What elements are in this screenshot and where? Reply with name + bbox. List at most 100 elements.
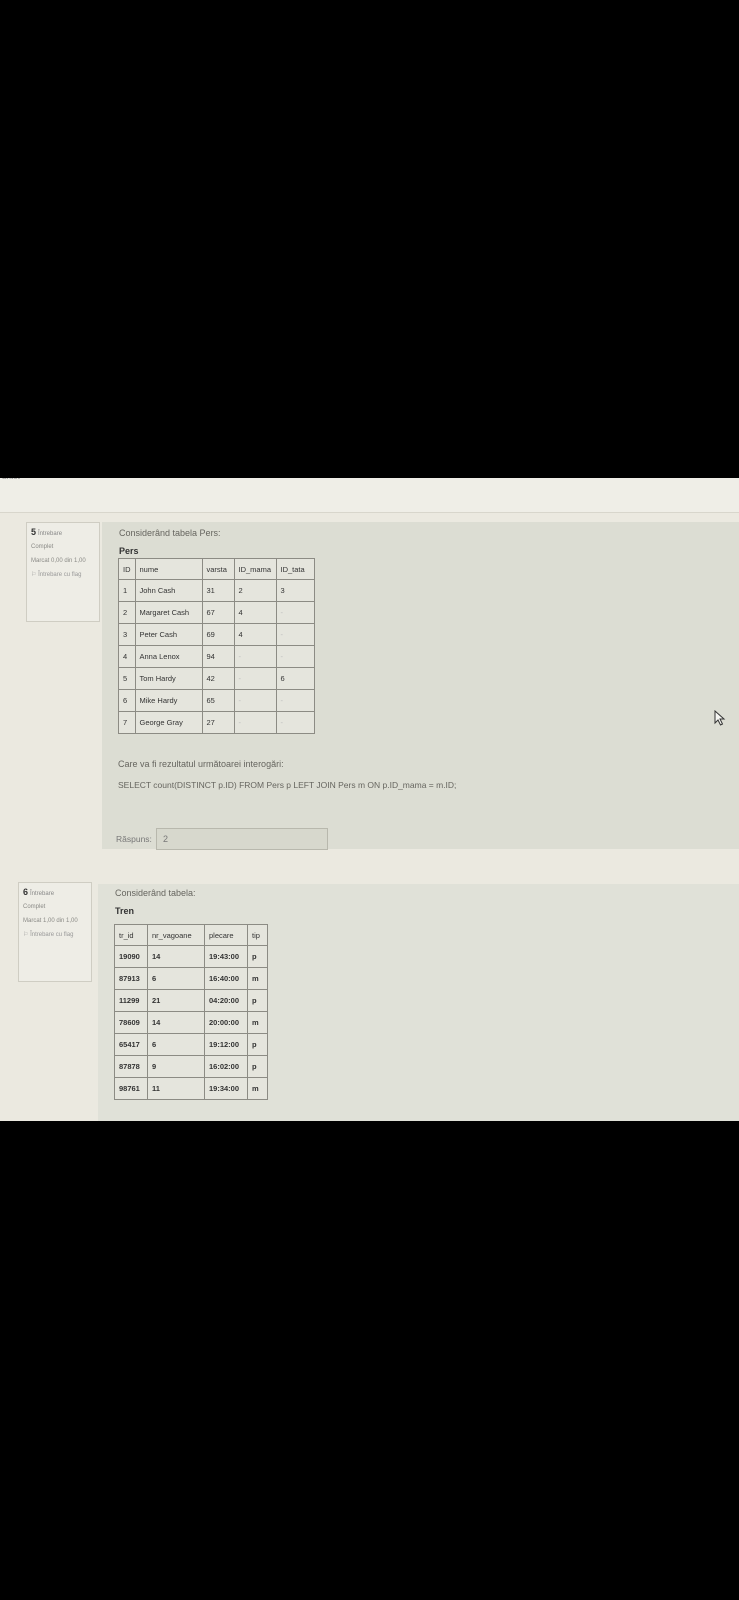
flag-label: Întrebare cu flag xyxy=(38,572,82,578)
cell: - xyxy=(275,623,315,646)
cell: Mike Hardy xyxy=(134,689,203,712)
cell: 19090 xyxy=(114,945,148,968)
top-strip: antet xyxy=(0,478,739,513)
cell: 04:20:00 xyxy=(204,989,248,1012)
cell: 87913 xyxy=(114,967,148,990)
cell: 3 xyxy=(118,623,136,646)
question-mark: Marcat 1,00 din 1,00 xyxy=(23,918,78,924)
table-row: 1 John Cash 31 2 3 xyxy=(118,579,315,602)
cell: Tom Hardy xyxy=(134,667,203,690)
table-row: 98761 11 19:34:00 m xyxy=(114,1077,268,1100)
cell: 4 xyxy=(118,645,136,668)
question-mark: Marcat 0,00 din 1,00 xyxy=(31,558,86,564)
cell: 65417 xyxy=(114,1033,148,1056)
cell: 42 xyxy=(201,667,235,690)
cell: 19:12:00 xyxy=(204,1033,248,1056)
cell: 19:43:00 xyxy=(204,945,248,968)
cell: 16:02:00 xyxy=(204,1055,248,1078)
table-header-row: tr_id nr_vagoane plecare tip xyxy=(114,924,268,946)
table-row: 87913 6 16:40:00 m xyxy=(114,967,268,990)
quiz-screen: antet 5Întrebare Complet Marcat 0,00 din… xyxy=(0,478,739,1121)
mouse-cursor-icon xyxy=(714,710,726,726)
table-name: Pers xyxy=(119,546,139,556)
cell: 7 xyxy=(118,711,136,734)
tren-table: tr_id nr_vagoane plecare tip 19090 14 19:4… xyxy=(114,924,268,1100)
table-row: 11299 21 04:20:00 p xyxy=(114,989,268,1012)
column-header: ID_tata xyxy=(275,558,315,580)
table-row: 6 Mike Hardy 65- - xyxy=(118,689,315,712)
cell: 1 xyxy=(118,579,136,602)
table-row: 5 Tom Hardy 42-6 xyxy=(118,667,315,690)
cell: - xyxy=(233,689,277,712)
table-row: 4 Anna Lenox 94- - xyxy=(118,645,315,668)
cell: 6 xyxy=(275,667,315,690)
table-row: 2 Margaret Cash 67 4- xyxy=(118,601,315,624)
cell: 21 xyxy=(147,989,205,1012)
question-prompt: Care va fi rezultatul următoarei interog… xyxy=(118,759,284,769)
table-header-row: ID nume varsta ID_mama ID_tata xyxy=(118,558,315,580)
cell: Margaret Cash xyxy=(134,601,203,624)
cell: 14 xyxy=(147,945,205,968)
cell: 11 xyxy=(147,1077,205,1100)
cell: 16:40:00 xyxy=(204,967,248,990)
table-row: 87878 9 16:02:00 p xyxy=(114,1055,268,1078)
question-number: 6 xyxy=(23,887,29,897)
cell: 19:34:00 xyxy=(204,1077,248,1100)
cell: 27 xyxy=(201,711,235,734)
cell: m xyxy=(247,1011,268,1034)
table-row: 65417 6 19:12:00 p xyxy=(114,1033,268,1056)
cell: 2 xyxy=(233,579,277,602)
question-intro: Considerând tabela Pers: xyxy=(119,528,221,538)
column-header: tip xyxy=(247,924,268,946)
cell: 31 xyxy=(201,579,235,602)
cell: 2 xyxy=(118,601,136,624)
table-row: 3 Peter Cash 69 4- xyxy=(118,623,315,646)
flag-label: Întrebare cu flag xyxy=(30,932,74,938)
column-header: plecare xyxy=(204,924,248,946)
cell: 78609 xyxy=(114,1011,148,1034)
question-info-6: 6 Întrebare Complet Marcat 1,00 din 1,00 … xyxy=(18,882,92,982)
cell: 6 xyxy=(147,967,205,990)
flag-icon: ⚐ xyxy=(31,572,37,578)
cell: 65 xyxy=(201,689,235,712)
table-row: 78609 14 20:00:00 m xyxy=(114,1011,268,1034)
cell: p xyxy=(247,989,268,1012)
cell: 20:00:00 xyxy=(204,1011,248,1034)
question-info-5: 5 Întrebare Complet Marcat 0,00 din 1,00 … xyxy=(26,522,100,622)
flag-question-link[interactable]: ⚐ Întrebare cu flag xyxy=(23,931,87,939)
cell: - xyxy=(233,645,277,668)
table-row: 19090 14 19:43:00 p xyxy=(114,945,268,968)
table-name: Tren xyxy=(115,906,135,916)
cell: 4 xyxy=(233,601,277,624)
cell: - xyxy=(275,601,315,624)
column-header: tr_id xyxy=(114,924,148,946)
column-header: ID xyxy=(118,558,136,580)
cell: 3 xyxy=(275,579,315,602)
cell: 6 xyxy=(118,689,136,712)
cell: 5 xyxy=(118,667,136,690)
question-status: Complet xyxy=(31,544,54,550)
question-number: 5 xyxy=(31,527,37,537)
answer-label: Răspuns: xyxy=(116,834,152,844)
cell: 87878 xyxy=(114,1055,148,1078)
cell: 67 xyxy=(201,601,235,624)
cell: 14 xyxy=(147,1011,205,1034)
cell: 9 xyxy=(147,1055,205,1078)
cell: 11299 xyxy=(114,989,148,1012)
flag-icon: ⚐ xyxy=(23,932,29,938)
pers-table: ID nume varsta ID_mama ID_tata 1 John Cas… xyxy=(118,558,315,734)
cell: m xyxy=(247,967,268,990)
cell: 94 xyxy=(201,645,235,668)
cell: 69 xyxy=(201,623,235,646)
cell: 6 xyxy=(147,1033,205,1056)
flag-question-link[interactable]: ⚐ Întrebare cu flag xyxy=(31,571,95,579)
question-status: Complet xyxy=(23,904,46,910)
breadcrumb: antet xyxy=(2,478,20,481)
question-intro: Considerând tabela: xyxy=(115,888,196,898)
cell: Peter Cash xyxy=(134,623,203,646)
table-row: 7 George Gray 27- - xyxy=(118,711,315,734)
cell: p xyxy=(247,945,268,968)
cell: 98761 xyxy=(114,1077,148,1100)
answer-input[interactable]: 2 xyxy=(156,828,328,850)
column-header: nume xyxy=(134,558,203,580)
